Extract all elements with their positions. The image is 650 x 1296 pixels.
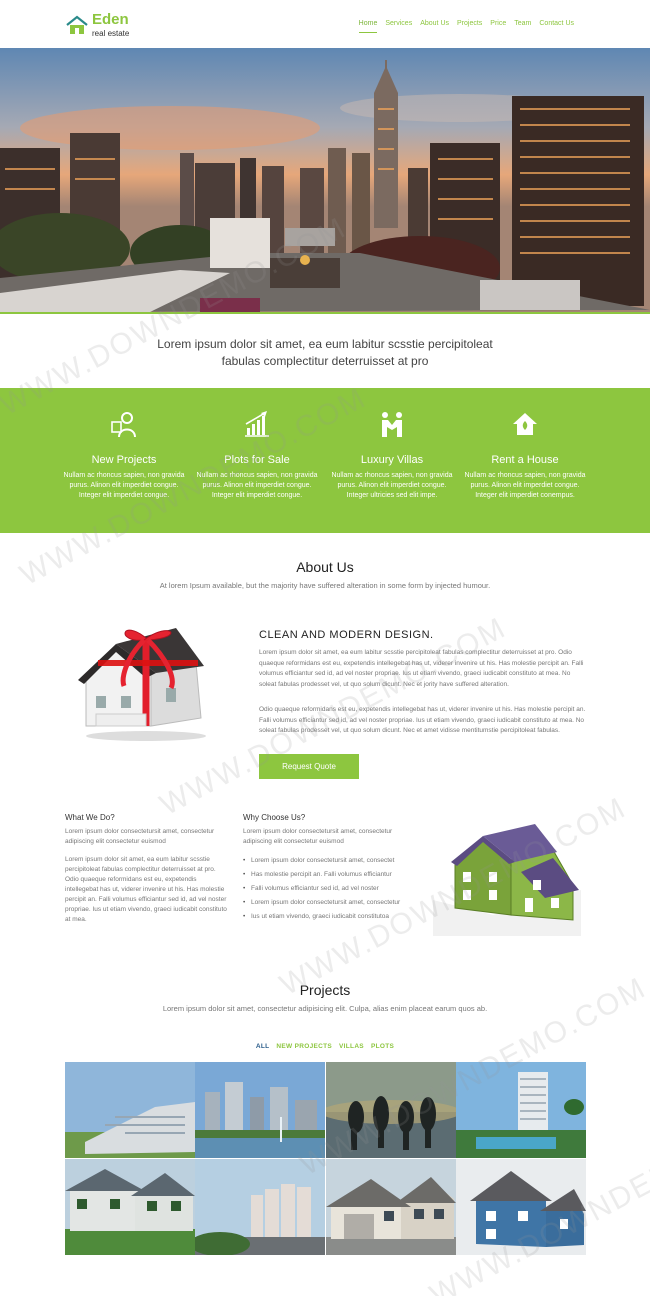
service-title: Luxury Villas xyxy=(360,454,424,466)
nav-services[interactable]: Services xyxy=(385,19,412,33)
service-title: Rent a House xyxy=(491,454,559,466)
filter-plots[interactable]: PLOTS xyxy=(371,1043,394,1050)
hero-divider xyxy=(0,312,650,314)
why-choose-us-intro: Lorem ipsum dolor consectetursit amet, c… xyxy=(243,828,393,845)
city-skyline-image xyxy=(0,48,650,312)
list-item: Lorem ipsum dolor consectetursit amet, c… xyxy=(243,898,408,908)
site-header: Eden real estate Home Services About Us … xyxy=(0,0,650,48)
about-heading: CLEAN AND MODERN DESIGN. xyxy=(259,629,434,641)
what-we-do-title: What We Do? xyxy=(65,813,115,822)
about-subtitle: At lorem Ipsum available, but the majori… xyxy=(159,581,491,590)
brand-title: Eden xyxy=(92,11,129,28)
agent-icon xyxy=(111,412,136,438)
what-we-do-intro: Lorem ipsum dolor consectetursit amet, c… xyxy=(65,828,215,845)
what-we-do-text: Lorem ipsum dolor sit amet, ea eum labit… xyxy=(65,856,227,923)
project-tile-city-lake[interactable] xyxy=(195,1062,326,1158)
house-icon xyxy=(513,413,537,435)
service-text: Nullam ac rhoncus sapien, non gravida pu… xyxy=(464,472,586,499)
nav-team[interactable]: Team xyxy=(514,19,531,33)
brand-subtitle: real estate xyxy=(92,29,130,38)
filter-villas[interactable]: VILLAS xyxy=(339,1043,364,1050)
nav-home[interactable]: Home xyxy=(358,19,378,33)
handshake-icon xyxy=(382,412,402,437)
list-item: Lorem ipsum dolor consectetursit amet, c… xyxy=(243,856,408,866)
service-title: New Projects xyxy=(91,454,157,466)
nav-contact-us[interactable]: Contact Us xyxy=(539,19,574,33)
project-tile-suburban-house[interactable] xyxy=(325,1159,456,1255)
projects-subtitle: Lorem ipsum dolor sit amet, consectetur … xyxy=(162,1004,488,1013)
service-text: Nullam ac rhoncus sapien, non gravida pu… xyxy=(331,472,453,499)
brand-logo[interactable]: Eden real estate xyxy=(66,11,146,39)
why-choose-us-title: Why Choose Us? xyxy=(243,813,306,822)
filter-new-projects[interactable]: NEW PROJECTS xyxy=(276,1043,332,1050)
main-nav: Home Services About Us Projects Price Te… xyxy=(358,19,574,33)
project-tile-green-townhouses[interactable] xyxy=(65,1159,195,1255)
house-logo-icon xyxy=(66,15,88,34)
nav-price[interactable]: Price xyxy=(490,19,506,33)
about-title: About Us xyxy=(296,559,354,575)
list-item: Falli volumus efficiantur sed id, ad vel… xyxy=(243,884,408,894)
nav-projects[interactable]: Projects xyxy=(457,19,482,33)
filter-all[interactable]: ALL xyxy=(256,1043,270,1050)
hero-slider xyxy=(0,48,650,312)
nav-about-us[interactable]: About Us xyxy=(420,19,449,33)
project-tile-apartment-complex[interactable] xyxy=(65,1062,195,1158)
gift-house-image xyxy=(78,628,206,741)
list-item: Has molestie percipit an. Falli volumus … xyxy=(243,870,408,880)
